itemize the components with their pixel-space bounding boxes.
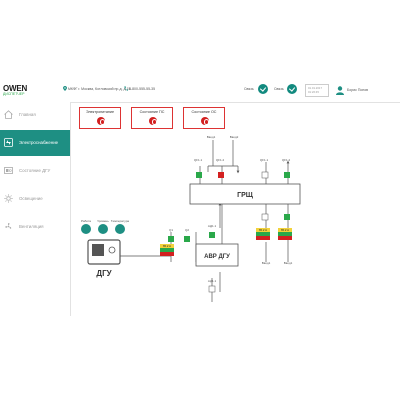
sidebar-item-label: Электроснабжение (19, 140, 59, 145)
qf-label: QF1.1 (260, 158, 269, 162)
card-ps-state[interactable]: Состояние ПС (131, 107, 173, 129)
power-supply-icon (4, 138, 13, 147)
sun-icon (4, 194, 13, 203)
card-title: Электропитание (85, 110, 115, 114)
current-value: 65.2 А (281, 228, 289, 232)
datetime-box: 01.01.2017 01:26:45 (305, 84, 329, 97)
indicator-level (98, 224, 108, 234)
sidebar-item-home[interactable]: Главная (0, 102, 70, 128)
qf-label: QF1.1 (194, 158, 203, 162)
card-title: Состояние ОС (191, 110, 217, 114)
breaker-switch[interactable] (284, 172, 290, 178)
phone-text: 8-800-555-55-35 (129, 87, 156, 91)
input-label: Ввод1 (207, 135, 216, 139)
card-os-state[interactable]: Состояние ОС (183, 107, 225, 129)
user-icon[interactable] (336, 86, 344, 95)
qf-label: QF1.2 (216, 158, 225, 162)
input-label: Ввод2 (230, 135, 239, 139)
screen: OWEN ДИСПЕТЧЕР МКФГ г. Москва, Котловски… (0, 80, 400, 316)
breaker-switch[interactable] (208, 285, 216, 293)
qf-label: АД1.1 (208, 224, 217, 228)
grsch-label: ГРЩ (237, 192, 254, 199)
phone-icon (124, 86, 128, 91)
sidebar-item-label: Вентиляция (19, 224, 44, 229)
home-icon (4, 110, 13, 119)
fan-icon (5, 223, 12, 229)
card-power-supply[interactable]: Электропитание (79, 107, 121, 129)
current-value: 65.2 А (163, 244, 171, 248)
sidebar-item-label: Состояние ДГУ (19, 168, 51, 173)
sidebar-item-dgu[interactable]: Состояние ДГУ (0, 158, 70, 184)
sidebar-item-lighting[interactable]: Освещение (0, 186, 70, 212)
feeder-label: Ввод1 (262, 261, 271, 265)
breaker-switch[interactable] (218, 172, 224, 178)
current-value: 65.2 А (259, 228, 267, 232)
generator-icon (4, 167, 13, 174)
qf-label: Q1 (169, 228, 173, 232)
status-label-1: Связь (244, 87, 254, 91)
breaker-switch[interactable] (168, 236, 174, 242)
top-bar: OWEN ДИСПЕТЧЕР МКФГ г. Москва, Котловски… (0, 80, 400, 103)
indicator-run (81, 224, 91, 234)
qf-label: АД1.1 (208, 279, 217, 283)
feeder-label: Ввод1 (284, 261, 293, 265)
qf-label: Q2 (185, 228, 189, 232)
single-line-diagram: ГРЩ АВР ДГУ ДГУ Работа Уровень Температу… (81, 135, 301, 302)
sidebar-item-label: Главная (19, 112, 36, 117)
status-ok-icon (287, 84, 297, 94)
breaker-switch[interactable] (184, 236, 190, 242)
generator-icon (92, 244, 104, 256)
indicator-label: Температура (111, 219, 130, 223)
sidebar: Главная Электроснабжение Состояние ДГУ О… (0, 102, 71, 316)
alarm-icon (201, 117, 209, 125)
status-label-2: Связь (274, 87, 284, 91)
dgu-label: ДГУ (96, 269, 112, 278)
alarm-icon (149, 117, 157, 125)
breaker-switch[interactable] (196, 172, 202, 178)
indicator-label: Уровень (97, 219, 109, 223)
breaker-switch[interactable] (261, 171, 269, 179)
avr-label: АВР ДГУ (204, 254, 230, 260)
logo-subtitle: ДИСПЕТЧЕР (3, 92, 25, 96)
alarm-icon (97, 117, 105, 125)
breaker-switch[interactable] (209, 232, 215, 238)
indicator-label: Работа (81, 219, 91, 223)
sidebar-item-power[interactable]: Электроснабжение (0, 130, 70, 156)
status-ok-icon (258, 84, 268, 94)
card-title: Состояние ПС (139, 110, 165, 114)
indicator-temperature (115, 224, 125, 234)
sidebar-item-label: Освещение (19, 196, 43, 201)
breaker-switch[interactable] (284, 214, 290, 220)
sidebar-item-ventilation[interactable]: Вентиляция (0, 214, 70, 240)
breaker-switch[interactable] (261, 213, 269, 221)
user-name[interactable]: Борис Попов (347, 88, 368, 92)
time-text: 01:26:45 (308, 90, 319, 94)
qf-label: QF1.2 (282, 158, 291, 162)
logo: OWEN ДИСПЕТЧЕР (3, 84, 43, 99)
address-text: МКФГ г. Москва, Котловский пр-д, д.15 (68, 87, 131, 91)
location-pin-icon (63, 86, 67, 91)
